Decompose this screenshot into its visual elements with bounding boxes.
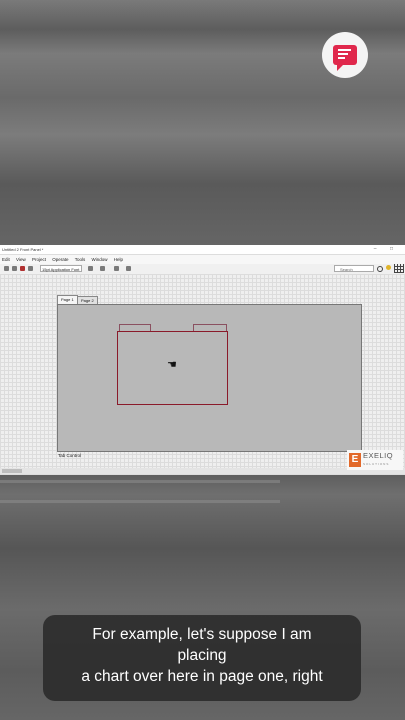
menu-window[interactable]: Window <box>91 257 107 262</box>
font-select[interactable]: 15pt Application Font <box>40 265 82 272</box>
subtitle-caption: For example, let's suppose I am placing … <box>43 615 361 701</box>
help-icon[interactable] <box>386 265 391 270</box>
window-titlebar: Untitled 2 Front Panel * – □ <box>0 245 405 255</box>
scrollbar-thumb[interactable] <box>2 469 22 473</box>
background-line <box>0 500 280 503</box>
caption-line: a chart over here in page one, right <box>81 668 323 685</box>
pause-icon[interactable] <box>28 266 33 271</box>
chart-label-placeholder <box>119 324 151 331</box>
tab-page-2[interactable]: Page 2 <box>77 296 98 304</box>
horizontal-scrollbar[interactable] <box>0 468 405 474</box>
comment-badge-icon[interactable] <box>322 32 368 78</box>
align-icon[interactable] <box>88 266 93 271</box>
grid-icon[interactable] <box>394 264 404 273</box>
background-line <box>0 480 280 483</box>
resize-icon[interactable] <box>114 266 119 271</box>
distribute-icon[interactable] <box>100 266 105 271</box>
menu-help[interactable]: Help <box>114 257 123 262</box>
run-arrow-icon[interactable] <box>4 266 9 271</box>
menu-bar: Edit View Project Operate Tools Window H… <box>0 255 405 264</box>
menu-view[interactable]: View <box>16 257 26 262</box>
logo-name: EXELIQ <box>363 451 394 460</box>
search-input[interactable]: Search <box>334 265 374 272</box>
menu-tools[interactable]: Tools <box>75 257 86 262</box>
tab-control-label: Tab Control <box>58 453 82 458</box>
search-icon[interactable] <box>377 266 383 272</box>
tab-page-1[interactable]: Page 1 <box>57 295 78 304</box>
logo-mark: E <box>349 453 361 467</box>
window-title: Untitled 2 Front Panel * <box>2 247 44 252</box>
caption-line: For example, let's suppose I am <box>92 626 312 643</box>
logo-sub: SOLUTIONS <box>363 462 390 466</box>
abort-icon[interactable] <box>20 266 25 271</box>
reorder-icon[interactable] <box>126 266 131 271</box>
run-continuous-icon[interactable] <box>12 266 17 271</box>
exeliq-logo: E EXELIQ SOLUTIONS <box>347 450 403 470</box>
chart-legend-placeholder <box>193 324 227 331</box>
hand-cursor-icon: ☚ <box>167 359 177 371</box>
caption-line: placing <box>177 647 227 664</box>
menu-project[interactable]: Project <box>32 257 46 262</box>
window-buttons[interactable]: – □ <box>374 245 399 254</box>
menu-operate[interactable]: Operate <box>52 257 68 262</box>
menu-edit[interactable]: Edit <box>2 257 10 262</box>
